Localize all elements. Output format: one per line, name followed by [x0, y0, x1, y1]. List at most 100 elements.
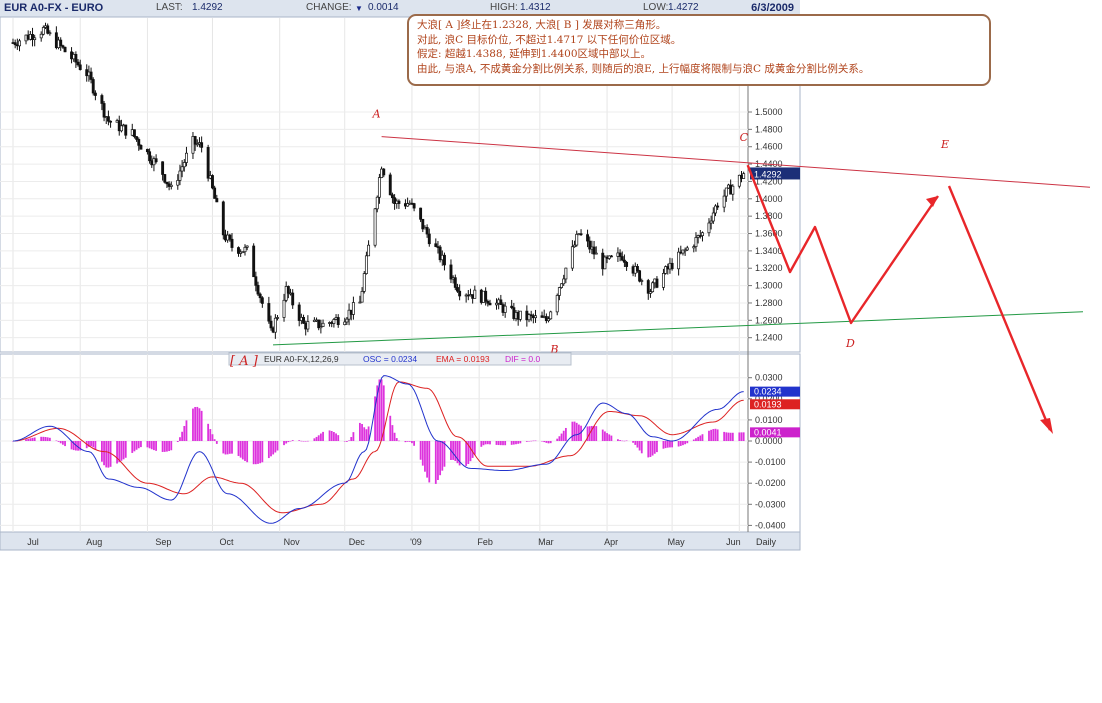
- x-tick-label: Aug: [86, 537, 102, 547]
- note-line-2: 对此, 浪C 目标价位, 不超过1.4717 以下任何价位区域。: [417, 33, 682, 46]
- candle-body: [256, 285, 260, 295]
- dif-bar: [404, 441, 407, 443]
- candle-body: [148, 151, 152, 162]
- wave-decline-path: [947, 185, 1052, 431]
- candle-body: [132, 129, 136, 137]
- dif-bar: [671, 441, 674, 448]
- candle-body: [625, 261, 629, 267]
- dif-bar: [571, 421, 574, 441]
- arrowhead-down-icon: [1040, 418, 1053, 434]
- dif-bar: [545, 441, 548, 443]
- candle-body: [93, 92, 97, 96]
- dif-bar: [226, 441, 229, 455]
- dif-bar: [211, 434, 214, 441]
- candle-body: [243, 246, 247, 253]
- candle-body: [119, 125, 123, 132]
- dif-bar: [146, 441, 149, 448]
- dif-bar: [636, 441, 639, 448]
- dif-bar: [25, 439, 27, 441]
- dif-bar: [133, 441, 136, 452]
- dif-bar: [729, 432, 732, 441]
- dif-bar: [604, 431, 606, 441]
- candle-body: [76, 61, 80, 66]
- dif-bar: [92, 441, 95, 448]
- dif-bar: [192, 408, 194, 441]
- dif-bar: [684, 441, 687, 445]
- dif-bar: [348, 440, 350, 441]
- candle-body: [39, 33, 43, 39]
- candle-body: [564, 267, 568, 280]
- dif-bar: [252, 441, 255, 465]
- dif-bar: [64, 441, 66, 447]
- candle-body: [154, 158, 158, 163]
- candle-body: [560, 283, 563, 288]
- dif-bar: [452, 441, 455, 460]
- dif-bar: [257, 441, 259, 464]
- candle-body: [59, 39, 63, 46]
- candle-body: [716, 205, 720, 208]
- dif-bar: [606, 433, 608, 441]
- dif-bar: [541, 441, 543, 442]
- x-tick-label: Sep: [155, 537, 171, 547]
- dif-bar: [619, 440, 621, 441]
- candle-body: [484, 290, 488, 302]
- wave-label-d: D: [845, 337, 855, 350]
- dif-bar: [424, 441, 426, 472]
- macd-legend-osc: OSC = 0.0234: [363, 354, 417, 364]
- dif-bar: [528, 441, 530, 442]
- candle-body: [534, 315, 537, 319]
- dif-bar: [270, 441, 272, 457]
- wave-label-c: C: [740, 131, 749, 144]
- dif-bar: [345, 441, 348, 442]
- dif-bar: [61, 441, 64, 445]
- x-tick-label: '09: [410, 537, 422, 547]
- price-tick-label: 1.4800: [755, 124, 783, 134]
- candle-body: [63, 46, 67, 53]
- candle-body: [245, 245, 249, 248]
- dif-bar: [484, 441, 487, 445]
- dif-bar: [222, 441, 225, 454]
- candle-body: [161, 161, 165, 175]
- dif-bar: [116, 441, 118, 464]
- dif-bar: [408, 441, 411, 442]
- candle-body: [575, 233, 579, 246]
- dif-bar: [532, 440, 535, 442]
- dif-bar: [699, 435, 702, 441]
- dif-bar: [469, 441, 472, 462]
- dif-bar: [237, 441, 240, 456]
- dif-bar: [740, 432, 743, 441]
- macd-tick-label: 0.0300: [755, 373, 783, 383]
- price-tick-label: 1.2800: [755, 298, 783, 308]
- dif-bar: [413, 441, 416, 446]
- dif-bar: [155, 441, 158, 451]
- dif-bar: [723, 431, 726, 441]
- dif-bar: [610, 435, 613, 441]
- dif-bar: [42, 436, 45, 441]
- candle-body: [362, 273, 366, 292]
- dif-bar: [406, 441, 409, 442]
- dif-bar: [558, 436, 561, 441]
- wave-label-big-a: [ A ]: [230, 354, 259, 369]
- macd-tick-label: 0.0000: [755, 436, 783, 446]
- dif-bar: [148, 441, 151, 449]
- price-tick-label: 1.3200: [755, 263, 783, 273]
- dif-bar: [623, 440, 626, 442]
- candle-body: [345, 318, 349, 323]
- dif-bar: [556, 438, 559, 441]
- dif-bar: [55, 440, 58, 442]
- candle-body: [74, 54, 78, 63]
- dif-bar: [228, 441, 231, 454]
- candle-body: [620, 256, 624, 261]
- candle-body: [124, 124, 128, 136]
- candle-body: [456, 287, 459, 292]
- candle-body: [193, 136, 197, 145]
- dif-bar: [499, 441, 502, 446]
- dif-bar: [617, 439, 619, 441]
- candle-body: [145, 148, 149, 153]
- candle-body: [276, 317, 279, 319]
- dif-bar: [224, 441, 227, 455]
- candle-body: [360, 291, 364, 303]
- dif-bar: [512, 441, 515, 445]
- candle-body: [742, 173, 746, 179]
- candle-body: [228, 234, 232, 240]
